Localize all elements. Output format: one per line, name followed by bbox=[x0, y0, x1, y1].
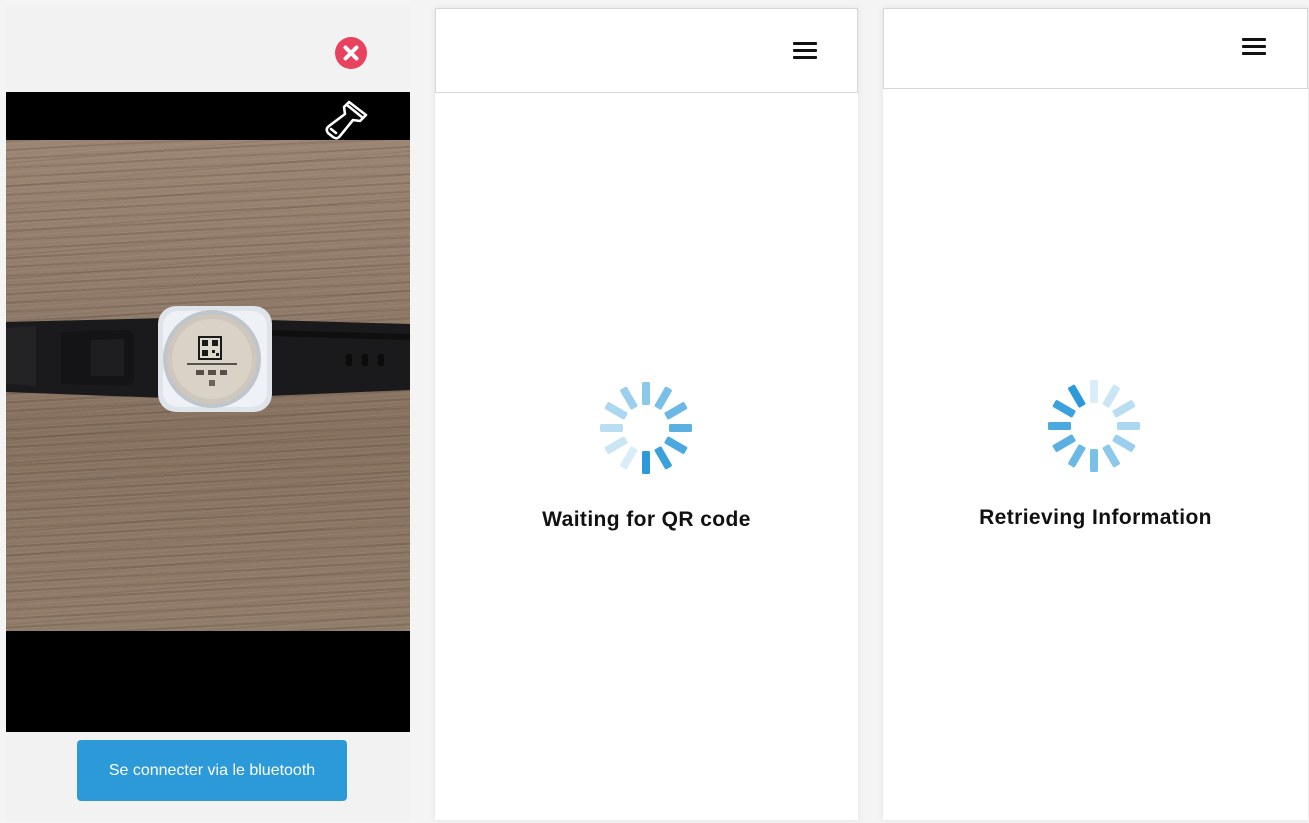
app-header bbox=[883, 8, 1308, 89]
spinner-spoke bbox=[1052, 400, 1076, 418]
status-text: Retrieving Information bbox=[979, 506, 1212, 529]
spinner-spoke bbox=[1112, 400, 1136, 418]
spinner-spoke bbox=[620, 386, 638, 410]
spinner-spoke bbox=[1090, 380, 1098, 403]
close-icon[interactable] bbox=[335, 37, 367, 69]
connect-bluetooth-button[interactable]: Se connecter via le bluetooth bbox=[77, 740, 347, 801]
spinner-spoke bbox=[1052, 434, 1076, 452]
scanner-screen: Se connecter via le bluetooth bbox=[6, 5, 410, 821]
spinner-spoke bbox=[1068, 384, 1086, 408]
spinner-spoke bbox=[642, 451, 650, 474]
spinner-spoke bbox=[669, 424, 692, 432]
spinner-spoke bbox=[1102, 384, 1120, 408]
hamburger-menu-icon[interactable] bbox=[1240, 34, 1270, 58]
camera-feed-image bbox=[6, 140, 410, 631]
loading-spinner-icon bbox=[1048, 380, 1140, 472]
scanner-bottom-bar: Se connecter via le bluetooth bbox=[6, 732, 410, 821]
app-header bbox=[435, 8, 858, 93]
spinner-spoke bbox=[642, 382, 650, 405]
spinner-spoke bbox=[604, 402, 628, 420]
waiting-screen: Waiting for QR code bbox=[435, 8, 858, 820]
spinner-spoke bbox=[600, 424, 623, 432]
spinner-spoke bbox=[654, 446, 672, 470]
watch-photo bbox=[6, 306, 410, 412]
loading-spinner-icon bbox=[600, 382, 692, 474]
hamburger-menu-icon[interactable] bbox=[791, 38, 821, 62]
scanner-top-bar bbox=[6, 5, 410, 92]
spinner-spoke bbox=[654, 386, 672, 410]
spinner-spoke bbox=[1102, 444, 1120, 468]
spinner-spoke bbox=[604, 436, 628, 454]
spinner-spoke bbox=[1090, 449, 1098, 472]
spinner-spoke bbox=[1068, 444, 1086, 468]
status-text: Waiting for QR code bbox=[542, 508, 751, 531]
spinner-spoke bbox=[664, 436, 688, 454]
spinner-spoke bbox=[664, 402, 688, 420]
camera-view bbox=[6, 92, 410, 732]
spinner-spoke bbox=[620, 446, 638, 470]
retrieving-screen: Retrieving Information bbox=[883, 8, 1308, 820]
spinner-spoke bbox=[1048, 422, 1071, 430]
spinner-spoke bbox=[1112, 434, 1136, 452]
flashlight-icon[interactable] bbox=[320, 96, 372, 144]
spinner-spoke bbox=[1117, 422, 1140, 430]
